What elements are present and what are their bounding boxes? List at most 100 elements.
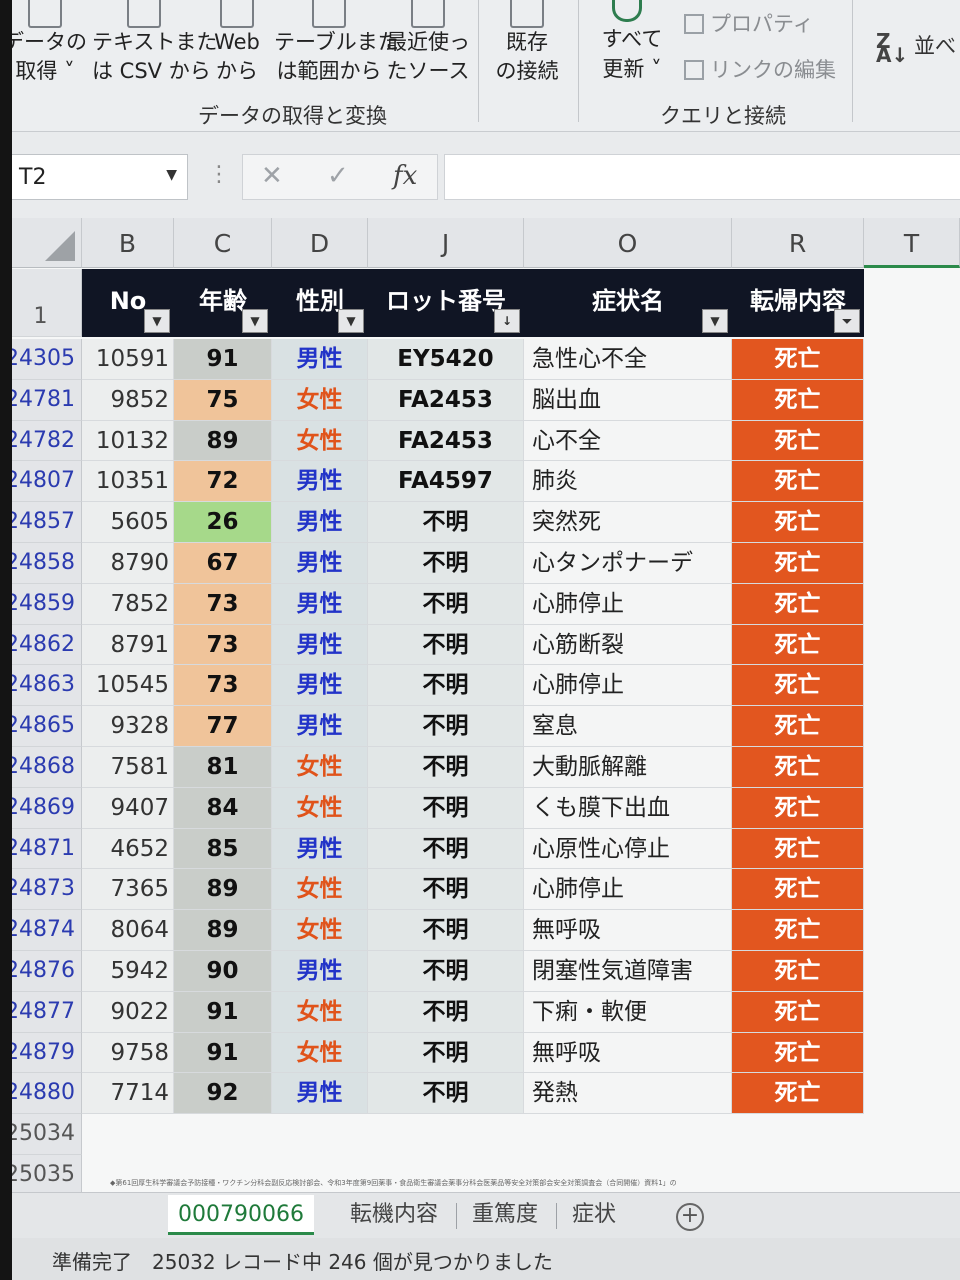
cell-no[interactable]: 5605	[82, 502, 174, 543]
cell-no[interactable]: 10591	[82, 339, 174, 380]
cell-no[interactable]: 10545	[82, 665, 174, 707]
cell-sex[interactable]: 男性	[272, 624, 368, 666]
cell-no[interactable]: 10132	[82, 420, 174, 462]
cell-symptom[interactable]: 突然死	[524, 502, 732, 543]
cell-lot[interactable]: 不明	[368, 951, 524, 992]
filter-dropdown-icon[interactable]: ▼	[702, 309, 728, 333]
cell-lot[interactable]: FA4597	[368, 461, 524, 503]
row-header[interactable]: 24858	[0, 543, 82, 584]
cell-lot[interactable]: 不明	[368, 583, 524, 625]
cell-no[interactable]: 7714	[82, 1073, 174, 1115]
cell-sex[interactable]: 男性	[272, 583, 368, 625]
cell-age[interactable]: 89	[174, 869, 272, 911]
cell-age[interactable]: 26	[174, 502, 272, 543]
cell-lot[interactable]: 不明	[368, 706, 524, 747]
cell-no[interactable]: 9328	[82, 706, 174, 747]
cell-sex[interactable]: 女性	[272, 420, 368, 462]
recent-sources-button[interactable]: 最近使っ たソース	[382, 0, 474, 96]
cell-no[interactable]: 4652	[82, 828, 174, 870]
cell-sex[interactable]: 女性	[272, 869, 368, 911]
cell-age[interactable]: 73	[174, 583, 272, 625]
cell-sex[interactable]: 女性	[272, 379, 368, 421]
row-header[interactable]: 24865	[0, 706, 82, 747]
cell-sex[interactable]: 男性	[272, 543, 368, 584]
cell-age[interactable]: 91	[174, 991, 272, 1033]
cell-no[interactable]: 9852	[82, 379, 174, 421]
cell-sex[interactable]: 男性	[272, 828, 368, 870]
column-header-D[interactable]: D	[272, 218, 368, 268]
cell-outcome[interactable]: 死亡	[732, 665, 864, 707]
get-data-button[interactable]: データの 取得 ˅	[0, 0, 90, 96]
row-header[interactable]: 24863	[0, 665, 82, 707]
row-header[interactable]: 25034	[0, 1114, 82, 1155]
cell-symptom[interactable]: 心肺停止	[524, 665, 732, 707]
sort-button[interactable]: 並べ	[914, 30, 956, 60]
from-text-csv-button[interactable]: テキストまたは CSV から	[92, 0, 217, 96]
cell-outcome[interactable]: 死亡	[732, 1032, 864, 1074]
cell-sex[interactable]: 男性	[272, 665, 368, 707]
cell-no[interactable]: 8790	[82, 543, 174, 584]
cell-outcome[interactable]: 死亡	[732, 583, 864, 625]
cell-no[interactable]: 9758	[82, 1032, 174, 1074]
row-header[interactable]: 24807	[0, 461, 82, 503]
column-header-C[interactable]: C	[174, 218, 272, 268]
cell-age[interactable]: 90	[174, 951, 272, 992]
cell-lot[interactable]: 不明	[368, 502, 524, 543]
cell-age[interactable]: 72	[174, 461, 272, 503]
cell-outcome[interactable]: 死亡	[732, 339, 864, 380]
cell-symptom[interactable]: 無呼吸	[524, 1032, 732, 1074]
cell-symptom[interactable]: 心肺停止	[524, 583, 732, 625]
cell-symptom[interactable]: 無呼吸	[524, 910, 732, 951]
cell-age[interactable]: 75	[174, 379, 272, 421]
cell-symptom[interactable]: 肺炎	[524, 461, 732, 503]
cell-outcome[interactable]: 死亡	[732, 502, 864, 543]
row-header[interactable]: 24877	[0, 991, 82, 1033]
cell-lot[interactable]: 不明	[368, 543, 524, 584]
row-header[interactable]: 24859	[0, 583, 82, 625]
cell-symptom[interactable]: 脳出血	[524, 379, 732, 421]
cell-no[interactable]: 7365	[82, 869, 174, 911]
row-header[interactable]: 24869	[0, 787, 82, 829]
row-header[interactable]: 24862	[0, 624, 82, 666]
cell-outcome[interactable]: 死亡	[732, 869, 864, 911]
sheet-tab-4[interactable]: 症状	[562, 1195, 626, 1235]
cell-lot[interactable]: FA2453	[368, 379, 524, 421]
cell-outcome[interactable]: 死亡	[732, 910, 864, 951]
cell-sex[interactable]: 女性	[272, 910, 368, 951]
cell-symptom[interactable]: 窒息	[524, 706, 732, 747]
enter-icon[interactable]: ✓	[327, 161, 349, 191]
column-header-O[interactable]: O	[524, 218, 732, 268]
cell-no[interactable]: 10351	[82, 461, 174, 503]
cell-outcome[interactable]: 死亡	[732, 420, 864, 462]
cell-symptom[interactable]: 下痢・軟便	[524, 991, 732, 1033]
row-header[interactable]: 24305	[0, 339, 82, 380]
row-header-1[interactable]: 1	[0, 269, 82, 337]
filter-dropdown-icon[interactable]: ▼	[242, 309, 268, 333]
row-header[interactable]: 24871	[0, 828, 82, 870]
cell-age[interactable]: 89	[174, 910, 272, 951]
sheet-tab-2[interactable]: 転機内容	[340, 1195, 448, 1235]
column-header-B[interactable]: B	[82, 218, 174, 268]
row-header[interactable]: 25035	[0, 1155, 82, 1196]
cell-lot[interactable]: 不明	[368, 747, 524, 788]
from-table-range-button[interactable]: テーブルまた は範囲から	[274, 0, 399, 96]
cell-symptom[interactable]: 心不全	[524, 420, 732, 462]
cell-outcome[interactable]: 死亡	[732, 828, 864, 870]
row-header[interactable]: 24874	[0, 910, 82, 951]
cell-outcome[interactable]: 死亡	[732, 379, 864, 421]
cell-sex[interactable]: 男性	[272, 502, 368, 543]
cell-age[interactable]: 85	[174, 828, 272, 870]
cell-lot[interactable]: 不明	[368, 1032, 524, 1074]
edit-links-button[interactable]: リンクの編集	[684, 54, 836, 84]
cell-lot[interactable]: 不明	[368, 910, 524, 951]
refresh-all-button[interactable]: すべて 更新 ˅	[586, 0, 678, 96]
row-header[interactable]: 24868	[0, 747, 82, 788]
cell-symptom[interactable]: 心筋断裂	[524, 624, 732, 666]
cell-no[interactable]: 8791	[82, 624, 174, 666]
cell-symptom[interactable]: 心肺停止	[524, 869, 732, 911]
properties-button[interactable]: プロパティ	[684, 8, 814, 38]
column-header-T[interactable]: T	[864, 218, 960, 268]
cell-no[interactable]: 9407	[82, 787, 174, 829]
cell-sex[interactable]: 女性	[272, 787, 368, 829]
sheet-tab-1[interactable]: 000790066	[168, 1195, 314, 1235]
